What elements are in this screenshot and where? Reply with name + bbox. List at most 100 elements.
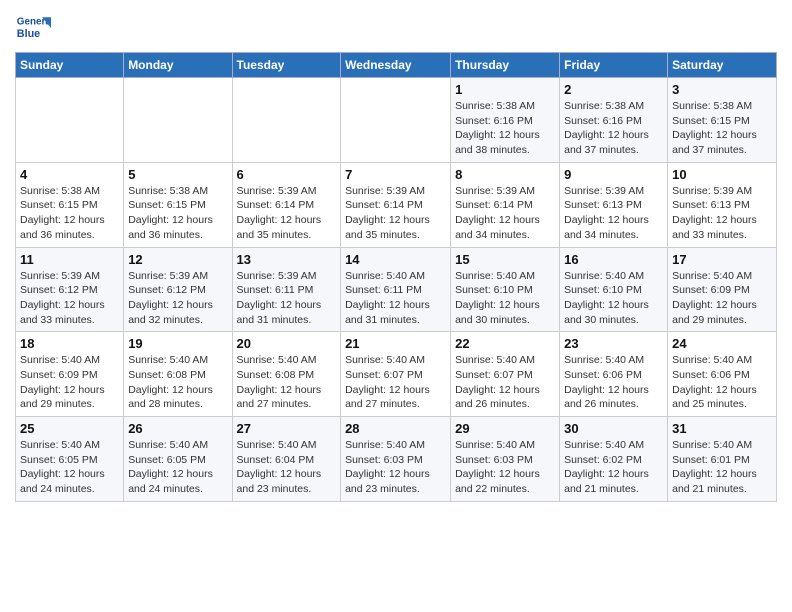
calendar-cell: 8 Sunrise: 5:39 AMSunset: 6:14 PMDaylight… xyxy=(451,162,560,247)
calendar-cell: 4Sunrise: 5:38 AMSunset: 6:15 PMDaylight… xyxy=(16,162,124,247)
day-info: Sunrise: 5:40 AMSunset: 6:10 PMDaylight:… xyxy=(455,269,555,328)
calendar-cell: 12 Sunrise: 5:39 AMSunset: 6:12 PMDayligh… xyxy=(124,247,232,332)
day-info: Sunrise: 5:40 AMSunset: 6:06 PMDaylight:… xyxy=(564,353,663,412)
calendar-cell: 27 Sunrise: 5:40 AMSunset: 6:04 PMDayligh… xyxy=(232,417,341,502)
day-info: Sunrise: 5:40 AMSunset: 6:05 PMDaylight:… xyxy=(20,438,119,497)
calendar-cell: 30Sunrise: 5:40 AMSunset: 6:02 PMDayligh… xyxy=(560,417,668,502)
day-number: 29 xyxy=(455,421,555,436)
day-info: Sunrise: 5:40 AMSunset: 6:08 PMDaylight:… xyxy=(237,353,337,412)
day-info: Sunrise: 5:39 AMSunset: 6:13 PMDaylight:… xyxy=(564,184,663,243)
weekday-header-friday: Friday xyxy=(560,53,668,78)
calendar-cell: 24Sunrise: 5:40 AMSunset: 6:06 PMDayligh… xyxy=(668,332,777,417)
calendar-cell: 6 Sunrise: 5:39 AMSunset: 6:14 PMDaylight… xyxy=(232,162,341,247)
day-number: 28 xyxy=(345,421,446,436)
calendar-cell: 15Sunrise: 5:40 AMSunset: 6:10 PMDayligh… xyxy=(451,247,560,332)
day-info: Sunrise: 5:40 AMSunset: 6:02 PMDaylight:… xyxy=(564,438,663,497)
day-info: Sunrise: 5:40 AMSunset: 6:03 PMDaylight:… xyxy=(455,438,555,497)
day-number: 25 xyxy=(20,421,119,436)
calendar-cell: 1 Sunrise: 5:38 AMSunset: 6:16 PMDaylight… xyxy=(451,78,560,163)
day-info: Sunrise: 5:40 AMSunset: 6:09 PMDaylight:… xyxy=(20,353,119,412)
calendar-cell: 3 Sunrise: 5:38 AMSunset: 6:15 PMDaylight… xyxy=(668,78,777,163)
calendar-cell: 28 Sunrise: 5:40 AMSunset: 6:03 PMDayligh… xyxy=(341,417,451,502)
calendar-body: 1 Sunrise: 5:38 AMSunset: 6:16 PMDaylight… xyxy=(16,78,777,502)
calendar-cell: 29 Sunrise: 5:40 AMSunset: 6:03 PMDayligh… xyxy=(451,417,560,502)
day-number: 20 xyxy=(237,336,337,351)
weekday-header-saturday: Saturday xyxy=(668,53,777,78)
day-number: 7 xyxy=(345,167,446,182)
calendar-cell: 22 Sunrise: 5:40 AMSunset: 6:07 PMDayligh… xyxy=(451,332,560,417)
day-number: 26 xyxy=(128,421,227,436)
day-number: 27 xyxy=(237,421,337,436)
day-number: 12 xyxy=(128,252,227,267)
day-number: 11 xyxy=(20,252,119,267)
day-info: Sunrise: 5:39 AMSunset: 6:14 PMDaylight:… xyxy=(345,184,446,243)
day-info: Sunrise: 5:40 AMSunset: 6:04 PMDaylight:… xyxy=(237,438,337,497)
calendar-cell: 9 Sunrise: 5:39 AMSunset: 6:13 PMDaylight… xyxy=(560,162,668,247)
calendar-cell: 5 Sunrise: 5:38 AMSunset: 6:15 PMDaylight… xyxy=(124,162,232,247)
calendar-cell xyxy=(232,78,341,163)
day-number: 6 xyxy=(237,167,337,182)
calendar-cell xyxy=(16,78,124,163)
day-info: Sunrise: 5:39 AMSunset: 6:12 PMDaylight:… xyxy=(20,269,119,328)
day-number: 5 xyxy=(128,167,227,182)
calendar-week-row: 25 Sunrise: 5:40 AMSunset: 6:05 PMDayligh… xyxy=(16,417,777,502)
weekday-header-sunday: Sunday xyxy=(16,53,124,78)
day-info: Sunrise: 5:40 AMSunset: 6:06 PMDaylight:… xyxy=(672,353,772,412)
day-number: 4 xyxy=(20,167,119,182)
calendar-week-row: 1 Sunrise: 5:38 AMSunset: 6:16 PMDaylight… xyxy=(16,78,777,163)
day-info: Sunrise: 5:40 AMSunset: 6:09 PMDaylight:… xyxy=(672,269,772,328)
calendar-cell: 2 Sunrise: 5:38 AMSunset: 6:16 PMDaylight… xyxy=(560,78,668,163)
calendar-cell xyxy=(124,78,232,163)
day-number: 18 xyxy=(20,336,119,351)
day-number: 31 xyxy=(672,421,772,436)
calendar-table: SundayMondayTuesdayWednesdayThursdayFrid… xyxy=(15,52,777,502)
calendar-week-row: 11 Sunrise: 5:39 AMSunset: 6:12 PMDayligh… xyxy=(16,247,777,332)
calendar-cell xyxy=(341,78,451,163)
weekday-header-wednesday: Wednesday xyxy=(341,53,451,78)
weekday-header-tuesday: Tuesday xyxy=(232,53,341,78)
calendar-cell: 23 Sunrise: 5:40 AMSunset: 6:06 PMDayligh… xyxy=(560,332,668,417)
day-info: Sunrise: 5:40 AMSunset: 6:05 PMDaylight:… xyxy=(128,438,227,497)
calendar-cell: 17 Sunrise: 5:40 AMSunset: 6:09 PMDayligh… xyxy=(668,247,777,332)
calendar-header: SundayMondayTuesdayWednesdayThursdayFrid… xyxy=(16,53,777,78)
calendar-cell: 7 Sunrise: 5:39 AMSunset: 6:14 PMDaylight… xyxy=(341,162,451,247)
day-info: Sunrise: 5:38 AMSunset: 6:15 PMDaylight:… xyxy=(672,99,772,158)
day-info: Sunrise: 5:40 AMSunset: 6:03 PMDaylight:… xyxy=(345,438,446,497)
day-info: Sunrise: 5:38 AMSunset: 6:16 PMDaylight:… xyxy=(455,99,555,158)
calendar-cell: 20 Sunrise: 5:40 AMSunset: 6:08 PMDayligh… xyxy=(232,332,341,417)
calendar-cell: 10Sunrise: 5:39 AMSunset: 6:13 PMDayligh… xyxy=(668,162,777,247)
day-number: 3 xyxy=(672,82,772,97)
day-info: Sunrise: 5:38 AMSunset: 6:15 PMDaylight:… xyxy=(128,184,227,243)
calendar-cell: 14Sunrise: 5:40 AMSunset: 6:11 PMDayligh… xyxy=(341,247,451,332)
calendar-cell: 13Sunrise: 5:39 AMSunset: 6:11 PMDayligh… xyxy=(232,247,341,332)
day-info: Sunrise: 5:40 AMSunset: 6:10 PMDaylight:… xyxy=(564,269,663,328)
day-info: Sunrise: 5:39 AMSunset: 6:12 PMDaylight:… xyxy=(128,269,227,328)
day-number: 10 xyxy=(672,167,772,182)
calendar-cell: 21Sunrise: 5:40 AMSunset: 6:07 PMDayligh… xyxy=(341,332,451,417)
header: General Blue xyxy=(15,10,777,46)
calendar-week-row: 18 Sunrise: 5:40 AMSunset: 6:09 PMDayligh… xyxy=(16,332,777,417)
weekday-header-row: SundayMondayTuesdayWednesdayThursdayFrid… xyxy=(16,53,777,78)
weekday-header-monday: Monday xyxy=(124,53,232,78)
calendar-cell: 31Sunrise: 5:40 AMSunset: 6:01 PMDayligh… xyxy=(668,417,777,502)
day-info: Sunrise: 5:40 AMSunset: 6:07 PMDaylight:… xyxy=(455,353,555,412)
logo-icon: General Blue xyxy=(15,10,51,46)
day-info: Sunrise: 5:40 AMSunset: 6:08 PMDaylight:… xyxy=(128,353,227,412)
day-number: 19 xyxy=(128,336,227,351)
calendar-cell: 18 Sunrise: 5:40 AMSunset: 6:09 PMDayligh… xyxy=(16,332,124,417)
day-info: Sunrise: 5:39 AMSunset: 6:14 PMDaylight:… xyxy=(455,184,555,243)
weekday-header-thursday: Thursday xyxy=(451,53,560,78)
day-number: 14 xyxy=(345,252,446,267)
day-number: 1 xyxy=(455,82,555,97)
day-number: 22 xyxy=(455,336,555,351)
day-info: Sunrise: 5:39 AMSunset: 6:14 PMDaylight:… xyxy=(237,184,337,243)
calendar-cell: 19 Sunrise: 5:40 AMSunset: 6:08 PMDayligh… xyxy=(124,332,232,417)
calendar-cell: 11 Sunrise: 5:39 AMSunset: 6:12 PMDayligh… xyxy=(16,247,124,332)
day-info: Sunrise: 5:38 AMSunset: 6:16 PMDaylight:… xyxy=(564,99,663,158)
day-number: 23 xyxy=(564,336,663,351)
day-number: 2 xyxy=(564,82,663,97)
day-number: 9 xyxy=(564,167,663,182)
day-number: 17 xyxy=(672,252,772,267)
day-number: 8 xyxy=(455,167,555,182)
day-number: 21 xyxy=(345,336,446,351)
